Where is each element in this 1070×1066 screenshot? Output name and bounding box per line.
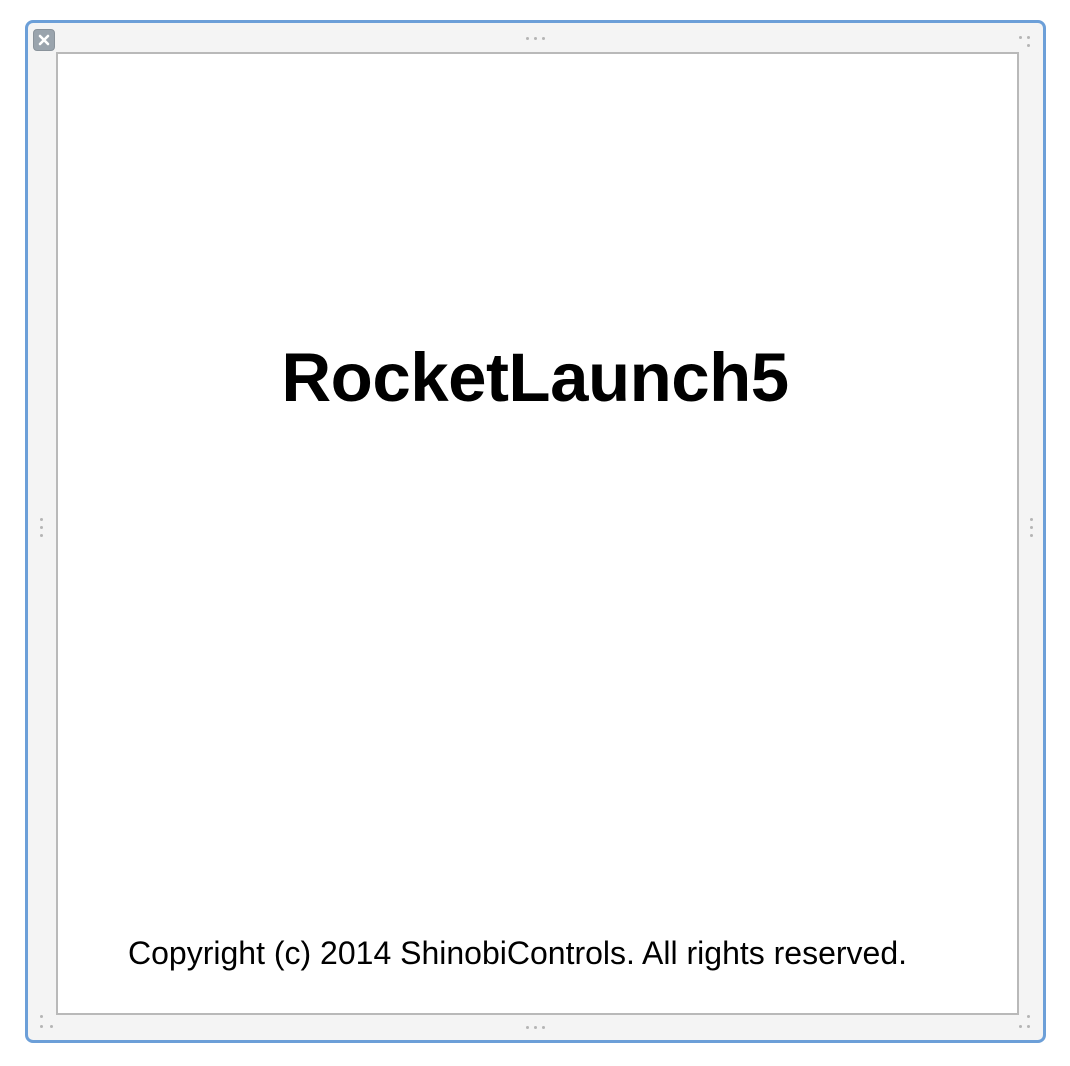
resize-handle-bottom[interactable] [526, 1026, 545, 1029]
launch-screen-view [56, 52, 1019, 1015]
app-title-label: RocketLaunch5 [281, 339, 789, 416]
resize-handle-top-right[interactable] [1019, 36, 1031, 48]
resize-handle-bottom-right[interactable] [1019, 1015, 1031, 1028]
resize-handle-top[interactable] [526, 37, 545, 40]
resize-handle-right[interactable] [1030, 518, 1033, 537]
close-button[interactable] [33, 29, 55, 51]
resize-handle-bottom-left[interactable] [40, 1015, 53, 1028]
close-icon [38, 34, 50, 46]
resize-handle-left[interactable] [40, 518, 43, 537]
copyright-label: Copyright (c) 2014 ShinobiControls. All … [128, 935, 908, 971]
